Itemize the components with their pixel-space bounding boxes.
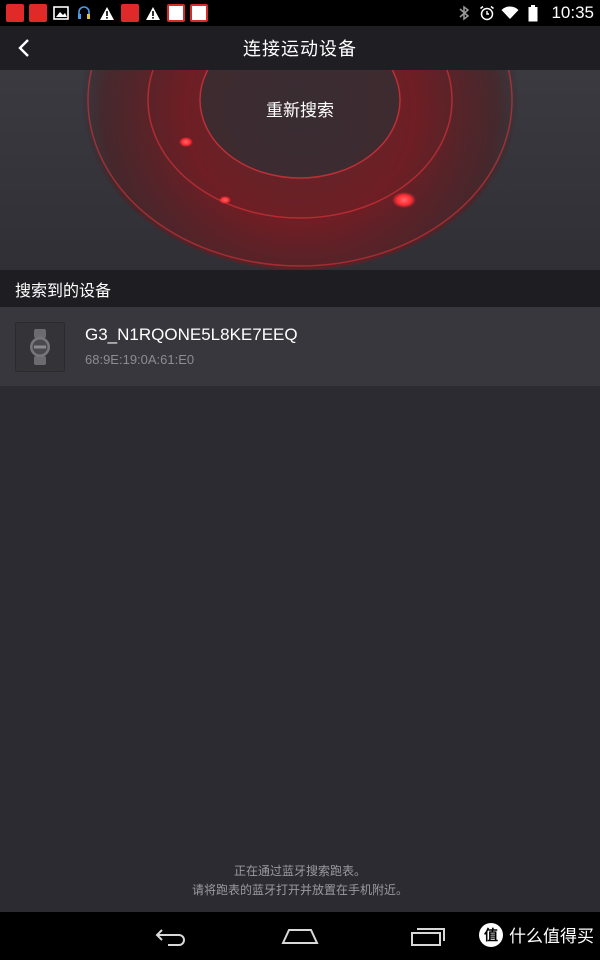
app-header: 连接运动设备: [0, 26, 600, 70]
watermark-text: 什么值得买: [509, 927, 594, 947]
radar-blip: [392, 192, 416, 208]
news-icon: [190, 4, 208, 22]
headset-icon: [75, 4, 93, 22]
status-bar: 10:35: [0, 0, 600, 26]
watch-icon: [30, 329, 50, 365]
hint-line-2: 请将跑表的蓝牙打开并放置在手机附近。: [191, 883, 408, 897]
radar-blip: [219, 196, 231, 204]
suning-icon: [6, 4, 24, 22]
alarm-icon: [478, 4, 496, 22]
device-mac-address: 68:9E:19:0A:61:E0: [85, 352, 195, 367]
battery-icon: [524, 4, 542, 22]
navigation-bar: 值 什么值得买: [0, 912, 600, 960]
clock-time: 10:35: [551, 3, 594, 22]
nav-home-button[interactable]: [280, 922, 320, 950]
warning-icon: [98, 4, 116, 22]
news-icon: [167, 4, 185, 22]
wifi-icon: [501, 4, 519, 22]
warning-icon: [144, 4, 162, 22]
recents-icon: [411, 928, 445, 946]
image-icon: [52, 4, 70, 22]
system-icons: 10:35: [455, 3, 594, 23]
radar-blip: [179, 137, 193, 147]
found-devices-header: 搜索到的设备: [0, 270, 600, 307]
device-thumbnail: [15, 322, 65, 372]
watermark-badge: 值: [479, 922, 503, 947]
nav-recents-button[interactable]: [408, 922, 448, 950]
nav-back-button[interactable]: [152, 922, 192, 950]
device-name: G3_N1RQONE5L8KE7EEQ: [85, 325, 298, 344]
bluetooth-icon: [455, 4, 473, 22]
suning-icon: [29, 4, 47, 22]
tmall-icon: [121, 4, 139, 22]
hint-line-1: 正在通过蓝牙搜索跑表。: [233, 864, 366, 878]
home-icon: [281, 929, 319, 944]
chevron-left-icon: [18, 39, 29, 57]
notification-icons: [6, 4, 208, 22]
back-button[interactable]: [8, 32, 40, 64]
back-icon: [155, 929, 185, 946]
page-title: 连接运动设备: [243, 39, 357, 60]
radar-scanner: 重新搜索: [0, 70, 600, 270]
site-watermark: 值 什么值得买: [479, 922, 594, 947]
device-list-item[interactable]: G3_N1RQONE5L8KE7EEQ 68:9E:19:0A:61:E0: [0, 307, 600, 386]
rescan-button[interactable]: 重新搜索: [200, 92, 400, 124]
bluetooth-search-hint: 正在通过蓝牙搜索跑表。 请将跑表的蓝牙打开并放置在手机附近。: [0, 862, 600, 900]
